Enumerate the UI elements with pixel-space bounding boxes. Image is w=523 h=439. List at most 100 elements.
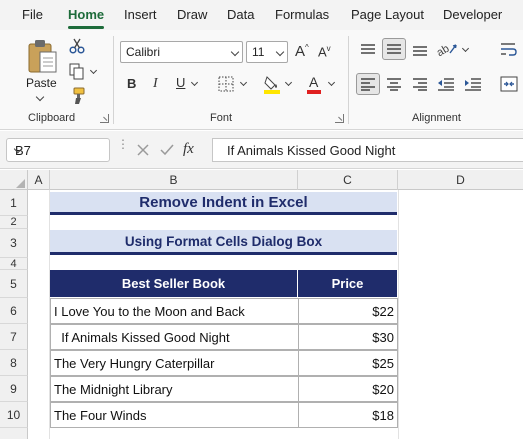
increase-indent-icon[interactable]: [464, 77, 482, 91]
align-left-icon: [361, 78, 375, 91]
wrap-text-icon[interactable]: [500, 41, 518, 57]
orientation-icon[interactable]: ab: [437, 41, 459, 57]
table-header-book[interactable]: Best Seller Book: [50, 270, 298, 297]
paste-icon: [28, 40, 57, 73]
tab-file[interactable]: File: [22, 7, 43, 22]
chevron-down-icon[interactable]: [89, 66, 98, 75]
align-left-button[interactable]: [356, 73, 380, 95]
worksheet-grid: A B C D 1 2 3 4 5 6 7 8 9 10 Remove Inde…: [0, 170, 523, 439]
column-header-d[interactable]: D: [398, 170, 523, 190]
align-middle-icon: [387, 44, 401, 54]
row-header-6[interactable]: 6: [0, 298, 28, 324]
tab-developer[interactable]: Developer: [443, 7, 502, 22]
paste-label: Paste: [26, 76, 57, 90]
row-header-8[interactable]: 8: [0, 350, 28, 376]
column-header-a[interactable]: A: [28, 170, 50, 190]
tab-data[interactable]: Data: [227, 7, 254, 22]
align-middle-button[interactable]: [382, 38, 406, 60]
tab-draw[interactable]: Draw: [177, 7, 207, 22]
table-cell-book-selected[interactable]: If Animals Kissed Good Night: [50, 324, 299, 350]
fill-color-icon[interactable]: [263, 74, 281, 94]
table-cell-book[interactable]: The Four Winds: [50, 402, 299, 428]
row-header-11[interactable]: [0, 428, 28, 439]
paste-button[interactable]: Paste: [22, 36, 62, 104]
align-center-icon[interactable]: [386, 77, 402, 91]
font-size-dropdown[interactable]: 11: [246, 41, 288, 63]
sheet-title[interactable]: Remove Indent in Excel: [50, 192, 397, 215]
more-options-icon[interactable]: ⋮: [117, 138, 129, 150]
ribbon-tabs: File Home Insert Draw Data Formulas Page…: [0, 0, 523, 30]
row-header-3[interactable]: 3: [0, 229, 28, 258]
column-header-c[interactable]: C: [298, 170, 398, 190]
row-header-10[interactable]: 10: [0, 402, 28, 428]
table-cell-book[interactable]: The Midnight Library: [50, 376, 299, 402]
merge-center-icon[interactable]: [500, 76, 518, 92]
column-header-b[interactable]: B: [50, 170, 298, 190]
table-header-price[interactable]: Price: [298, 270, 397, 297]
table-cell-price[interactable]: $18: [298, 402, 398, 428]
chevron-down-icon: [230, 47, 240, 57]
row-header-4[interactable]: 4: [0, 258, 28, 270]
font-name-value: Calibri: [126, 45, 161, 59]
font-color-icon[interactable]: A: [306, 74, 322, 94]
row-header-2[interactable]: 2: [0, 216, 28, 229]
select-all-button[interactable]: [0, 170, 28, 190]
svg-text:ab: ab: [437, 43, 451, 57]
borders-icon[interactable]: [218, 76, 234, 92]
copy-icon[interactable]: [68, 62, 86, 80]
enter-icon[interactable]: [159, 143, 175, 157]
table-cell-price[interactable]: $25: [298, 350, 398, 376]
chevron-down-icon: [275, 47, 285, 57]
table-cell-book[interactable]: The Very Hungry Caterpillar: [50, 350, 299, 376]
sheet-subtitle[interactable]: Using Format Cells Dialog Box: [50, 230, 397, 255]
underline-icon[interactable]: U: [176, 76, 185, 89]
font-name-dropdown[interactable]: Calibri: [120, 41, 243, 63]
row-header-7[interactable]: 7: [0, 324, 28, 350]
decrease-font-size-icon[interactable]: Av: [318, 45, 331, 59]
tab-formulas[interactable]: Formulas: [275, 7, 329, 22]
font-group-label: Font: [210, 112, 233, 124]
tab-home[interactable]: Home: [68, 7, 105, 29]
clipboard-launcher-icon[interactable]: [100, 114, 109, 123]
align-top-icon[interactable]: [360, 43, 376, 57]
chevron-down-icon[interactable]: [190, 78, 199, 87]
formula-value: If Animals Kissed Good Night: [227, 143, 396, 158]
gridline: [398, 190, 399, 439]
svg-text:A: A: [309, 74, 319, 90]
decrease-indent-icon[interactable]: [437, 77, 455, 91]
formula-input[interactable]: If Animals Kissed Good Night: [212, 138, 523, 162]
align-bottom-icon[interactable]: [412, 43, 428, 57]
name-box[interactable]: B7: [6, 138, 110, 162]
ribbon: Paste Clipboard Calibri 11 A^ Av B I U A…: [0, 30, 523, 130]
row-header-1[interactable]: 1: [0, 190, 28, 216]
table-cell-price[interactable]: $22: [298, 298, 398, 324]
chevron-down-icon[interactable]: [284, 78, 293, 87]
chevron-down-icon: [35, 92, 45, 102]
cut-icon[interactable]: [69, 38, 85, 54]
table-cell-price[interactable]: $30: [298, 324, 398, 350]
table-cell-price[interactable]: $20: [298, 376, 398, 402]
alignment-group-label: Alignment: [412, 112, 461, 124]
cancel-icon[interactable]: [136, 143, 150, 157]
font-size-value: 11: [252, 45, 265, 59]
row-header-5[interactable]: 5: [0, 270, 28, 298]
font-launcher-icon[interactable]: [335, 114, 344, 123]
table-cell-book[interactable]: I Love You to the Moon and Back: [50, 298, 299, 324]
formula-bar: B7 ⋮ fx If Animals Kissed Good Night: [0, 131, 523, 169]
format-painter-icon[interactable]: [68, 87, 86, 105]
italic-icon[interactable]: I: [153, 77, 158, 91]
tab-insert[interactable]: Insert: [124, 7, 157, 22]
clipboard-group-label: Clipboard: [28, 112, 76, 124]
tab-page-layout[interactable]: Page Layout: [351, 7, 424, 22]
insert-function-icon[interactable]: fx: [183, 141, 194, 158]
bold-icon[interactable]: B: [127, 77, 136, 90]
chevron-down-icon[interactable]: [461, 44, 470, 53]
chevron-down-icon[interactable]: [239, 78, 248, 87]
increase-font-size-icon[interactable]: A^: [295, 44, 309, 60]
row-header-9[interactable]: 9: [0, 376, 28, 402]
chevron-down-icon[interactable]: [327, 78, 336, 87]
group-divider: [348, 36, 349, 124]
align-right-icon[interactable]: [412, 77, 428, 91]
group-divider: [113, 36, 114, 124]
column-headers: A B C D: [0, 170, 523, 190]
